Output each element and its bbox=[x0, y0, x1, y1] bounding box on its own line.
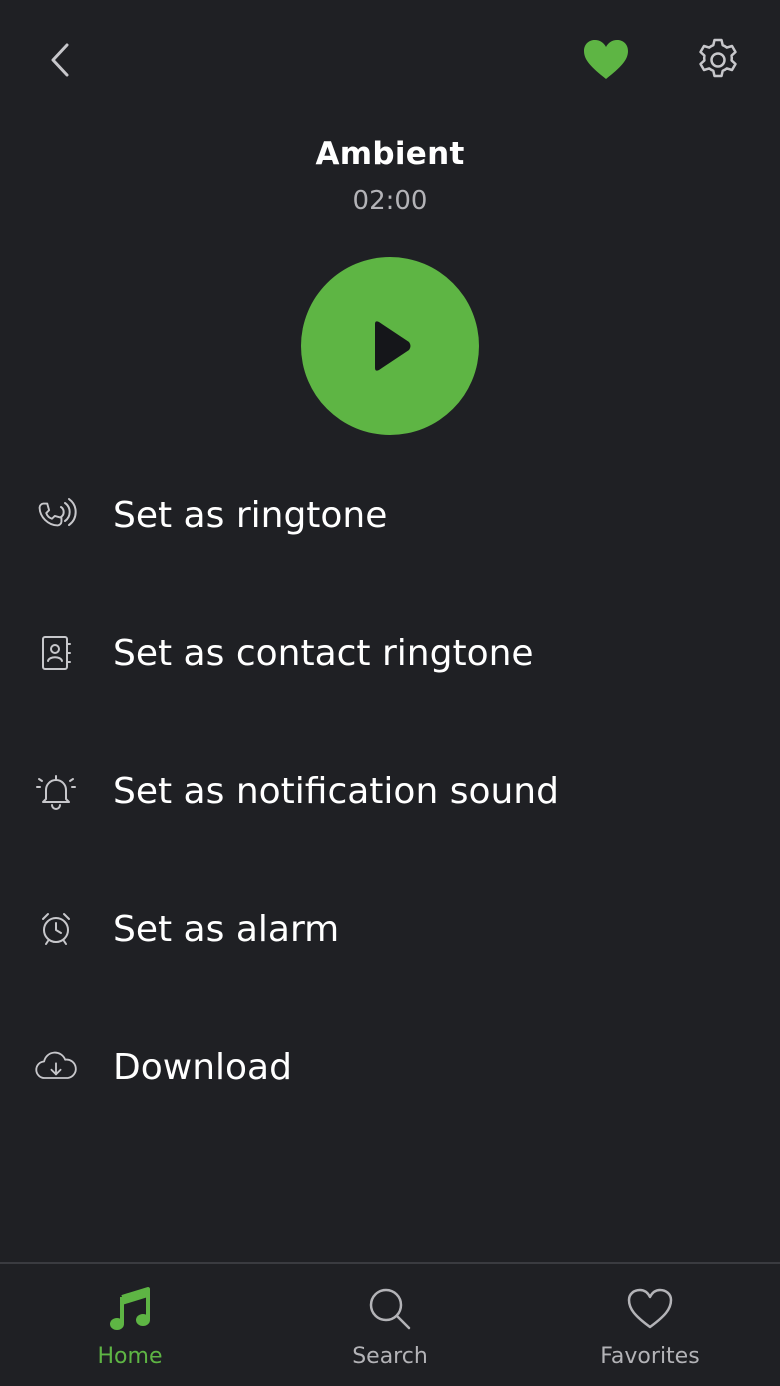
menu-item-label: Set as notification sound bbox=[113, 770, 559, 812]
track-title: Ambient bbox=[315, 136, 465, 172]
action-menu: Set as ringtone Set as contact ringtone bbox=[0, 446, 780, 1136]
contact-book-icon bbox=[34, 631, 78, 675]
alarm-clock-icon bbox=[34, 907, 78, 951]
notification-bell-icon bbox=[34, 769, 78, 813]
set-as-contact-ringtone-item[interactable]: Set as contact ringtone bbox=[0, 584, 780, 722]
settings-button[interactable] bbox=[688, 30, 748, 90]
nav-favorites-label: Favorites bbox=[600, 1344, 700, 1369]
cloud-download-icon bbox=[34, 1045, 78, 1089]
music-note-icon bbox=[105, 1284, 155, 1334]
gear-icon bbox=[699, 38, 737, 78]
menu-item-label: Download bbox=[113, 1046, 292, 1088]
search-icon bbox=[365, 1284, 415, 1334]
nav-favorites[interactable]: Favorites bbox=[550, 1264, 750, 1386]
ringing-phone-icon bbox=[34, 493, 78, 537]
nav-home[interactable]: Home bbox=[30, 1264, 230, 1386]
nav-search[interactable]: Search bbox=[290, 1264, 490, 1386]
play-icon bbox=[375, 321, 411, 371]
download-item[interactable]: Download bbox=[0, 998, 780, 1136]
chevron-left-icon bbox=[51, 43, 69, 77]
menu-item-label: Set as alarm bbox=[113, 908, 340, 950]
track-duration: 02:00 bbox=[352, 186, 428, 216]
nav-search-label: Search bbox=[352, 1344, 428, 1369]
heart-filled-icon bbox=[584, 40, 628, 79]
back-button[interactable] bbox=[30, 30, 90, 90]
top-bar bbox=[0, 0, 780, 120]
menu-item-label: Set as contact ringtone bbox=[113, 632, 534, 674]
set-as-alarm-item[interactable]: Set as alarm bbox=[0, 860, 780, 998]
favorite-button[interactable] bbox=[576, 30, 636, 90]
bottom-navigation: Home Search Favorites bbox=[0, 1262, 780, 1386]
set-as-notification-sound-item[interactable]: Set as notification sound bbox=[0, 722, 780, 860]
menu-item-label: Set as ringtone bbox=[113, 494, 388, 536]
play-button[interactable] bbox=[301, 257, 479, 435]
set-as-ringtone-item[interactable]: Set as ringtone bbox=[0, 446, 780, 584]
nav-home-label: Home bbox=[97, 1344, 163, 1369]
heart-outline-icon bbox=[625, 1284, 675, 1334]
